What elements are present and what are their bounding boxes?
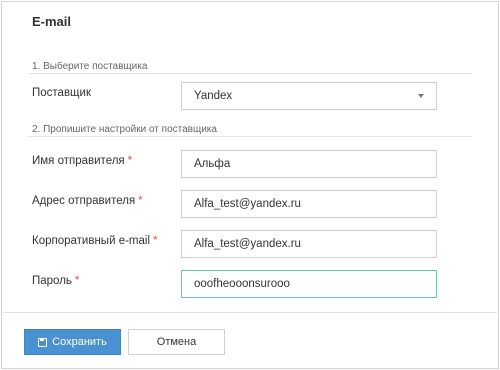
required-mark: *	[74, 275, 80, 287]
required-mark: *	[138, 195, 143, 207]
required-mark: *	[153, 235, 158, 247]
dialog-title: E-mail	[32, 14, 72, 29]
section-divider	[28, 73, 472, 74]
corporate-email-input[interactable]: Alfa_test@yandex.ru	[181, 230, 437, 258]
sender-name-label: Имя отправителя *	[32, 155, 133, 167]
chevron-down-icon[interactable]	[418, 94, 424, 98]
footer-divider	[3, 312, 497, 313]
required-mark: *	[127, 155, 133, 167]
section-divider	[28, 136, 472, 137]
section-heading-provider: 1. Выберите поставщика	[32, 61, 148, 72]
sender-address-input[interactable]: Alfa_test@yandex.ru	[181, 190, 437, 218]
provider-select-value: Yandex	[194, 90, 233, 102]
password-input[interactable]: ooofheooonsurooo	[181, 270, 437, 298]
sender-address-label: Адрес отправителя *	[32, 195, 143, 207]
cancel-button[interactable]: Отмена	[128, 329, 225, 355]
email-settings-dialog: E-mail 1. Выберите поставщика Поставщик …	[1, 1, 499, 369]
save-button[interactable]: Сохранить	[24, 329, 121, 355]
password-label: Пароль *	[32, 275, 80, 287]
corporate-email-label: Корпоративный e-mail *	[32, 235, 158, 247]
floppy-disk-icon	[38, 337, 48, 347]
provider-select[interactable]: Yandex	[181, 82, 437, 110]
provider-label: Поставщик	[32, 87, 91, 99]
sender-name-input[interactable]: Альфа	[181, 150, 437, 178]
section-heading-settings: 2. Пропишите настройки от поставщика	[32, 124, 217, 135]
